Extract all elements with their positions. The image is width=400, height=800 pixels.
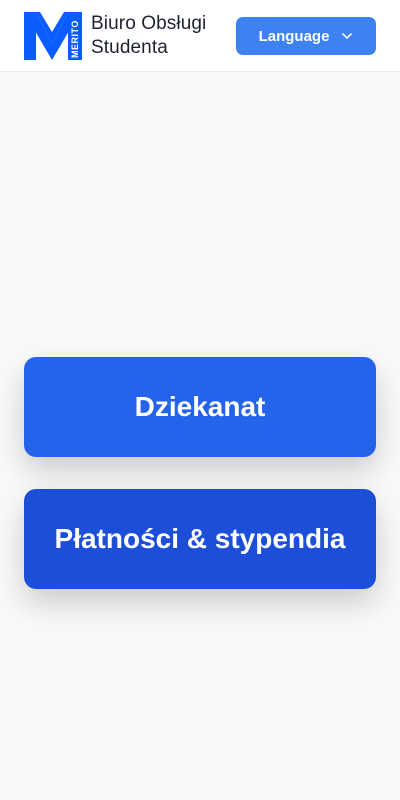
site-title-line-2: Studenta [91, 37, 168, 58]
merito-logo[interactable]: MERITO [24, 12, 82, 60]
payments-scholarships-button[interactable]: Płatności & stypendia [24, 489, 376, 589]
top-header: MERITO Biuro Obsługi Studenta Language [0, 0, 400, 72]
language-button-label: Language [258, 27, 330, 45]
dziekanat-button[interactable]: Dziekanat [24, 357, 376, 457]
dziekanat-button-label: Dziekanat [134, 391, 266, 422]
site-title: Biuro Obsługi Studenta [91, 12, 231, 60]
chevron-down-icon [341, 30, 353, 42]
language-button[interactable]: Language [236, 17, 376, 55]
logo-text: MERITO [70, 20, 80, 58]
site-title-line-1: Biuro Obsługi [91, 13, 207, 34]
payments-scholarships-button-label: Płatności & stypendia [54, 523, 346, 554]
